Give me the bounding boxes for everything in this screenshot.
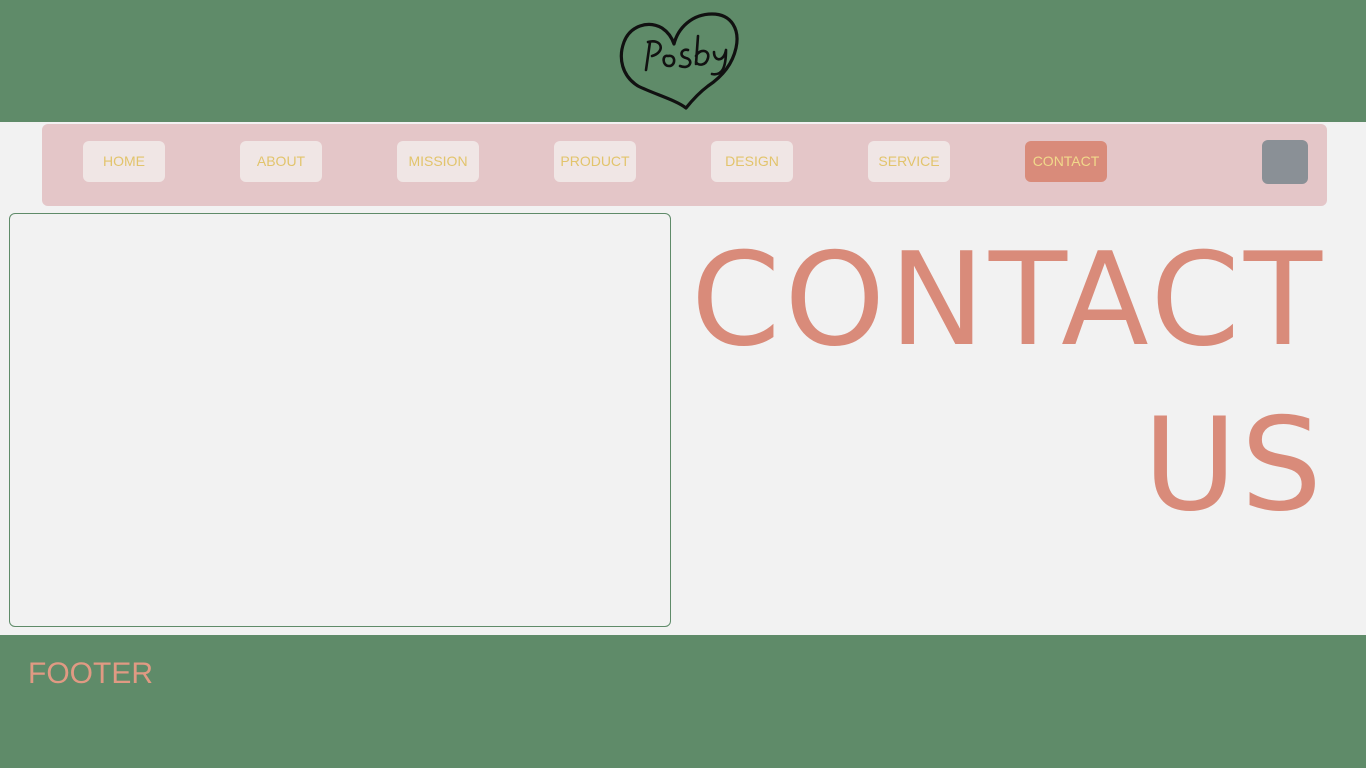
header-bar xyxy=(0,0,1366,122)
nav-mission-button[interactable]: MISSION xyxy=(397,141,479,182)
content-panel xyxy=(9,213,671,627)
heading-line-2: US xyxy=(1143,391,1326,540)
main-nav: HOME ABOUT MISSION PRODUCT DESIGN SERVIC… xyxy=(42,124,1327,206)
heading-line-1: CONTACT xyxy=(691,226,1326,375)
nav-product-button[interactable]: PRODUCT xyxy=(554,141,636,182)
nav-service-button[interactable]: SERVICE xyxy=(868,141,950,182)
nav-about-button[interactable]: ABOUT xyxy=(240,141,322,182)
nav-home-button[interactable]: HOME xyxy=(83,141,165,182)
nav-contact-button[interactable]: CONTACT xyxy=(1025,141,1107,182)
footer-label: FOOTER xyxy=(28,657,153,690)
footer-bar: FOOTER xyxy=(0,635,1366,768)
page-heading: CONTACT US xyxy=(686,218,1326,548)
nav-square-button[interactable] xyxy=(1262,140,1308,184)
posby-heart-logo[interactable] xyxy=(616,8,742,112)
nav-design-button[interactable]: DESIGN xyxy=(711,141,793,182)
